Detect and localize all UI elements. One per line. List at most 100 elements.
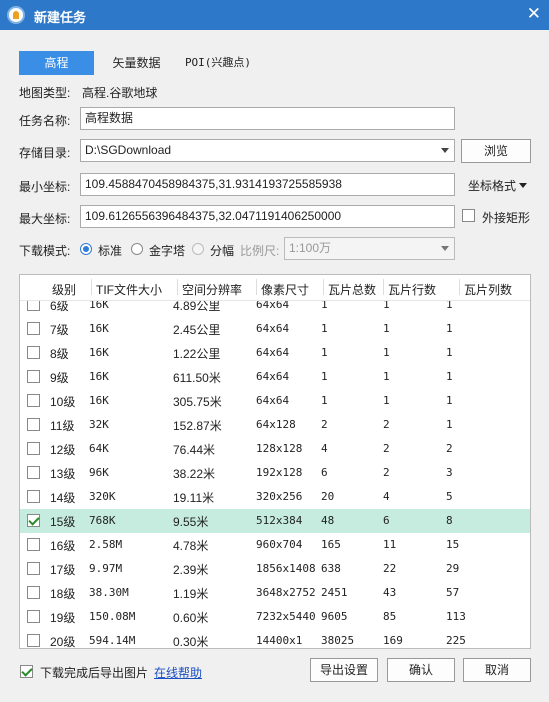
mode-standard-radio[interactable] <box>80 243 92 255</box>
cell-cols: 113 <box>446 610 466 623</box>
row-checkbox[interactable] <box>27 442 40 455</box>
cell-rows: 1 <box>383 346 390 359</box>
cell-level: 20级 <box>50 635 76 649</box>
cell-level: 11级 <box>50 419 75 433</box>
cell-px: 7232x5440 <box>256 610 316 623</box>
cell-res: 19.11米 <box>173 491 215 505</box>
table-row[interactable]: 20级 594.14M 0.30米 14400x1 38025 169 225 <box>20 629 530 649</box>
cell-total: 4 <box>321 442 328 455</box>
cell-level: 18级 <box>50 587 76 601</box>
table-row[interactable]: 8级 16K 1.22公里 64x64 1 1 1 <box>20 341 530 365</box>
row-checkbox[interactable] <box>27 322 40 335</box>
cell-cols: 15 <box>446 538 460 551</box>
row-checkbox[interactable] <box>27 490 40 503</box>
storage-dir-select[interactable]: D:\SGDownload <box>80 139 455 162</box>
ok-button[interactable]: 确认 <box>387 658 455 682</box>
outer-rect-label: 外接矩形 <box>482 211 531 225</box>
chevron-down-icon <box>441 246 449 251</box>
cell-cols: 5 <box>446 490 453 503</box>
row-checkbox[interactable] <box>27 538 40 551</box>
table-row[interactable]: 14级 320K 19.11米 320x256 20 4 5 <box>20 485 530 509</box>
map-type-value: 高程.谷歌地球 <box>82 86 158 100</box>
browse-button[interactable]: 浏览 <box>461 139 531 163</box>
table-row[interactable]: 18级 38.30M 1.19米 3648x2752 2451 43 57 <box>20 581 530 605</box>
download-mode-label: 下载模式: <box>19 244 71 258</box>
col-tif-size: TIF文件大小 <box>91 279 162 297</box>
chevron-down-icon <box>441 148 449 153</box>
cell-total: 1 <box>321 370 328 383</box>
table-row[interactable]: 15级 768K 9.55米 512x384 48 6 8 <box>20 509 530 533</box>
title-bar: 新建任务 ✕ <box>0 0 549 30</box>
cell-px: 64x64 <box>256 322 290 335</box>
min-coord-input[interactable]: 109.4588470458984375,31.9314193725585938 <box>80 173 455 196</box>
cell-level: 7级 <box>50 323 69 337</box>
cell-res: 1.22公里 <box>173 347 221 361</box>
export-settings-button[interactable]: 导出设置 <box>310 658 378 682</box>
table-row[interactable]: 11级 32K 152.87米 64x128 2 2 1 <box>20 413 530 437</box>
close-icon[interactable]: ✕ <box>527 4 541 24</box>
cell-rows: 11 <box>383 538 397 551</box>
cell-cols: 57 <box>446 586 460 599</box>
table-row[interactable]: 12级 64K 76.44米 128x128 4 2 2 <box>20 437 530 461</box>
online-help-link[interactable]: 在线帮助 <box>154 664 202 681</box>
max-coord-input[interactable]: 109.6126556396484375,32.0471191406250000 <box>80 205 455 228</box>
level-table[interactable]: 级别 TIF文件大小 空间分辨率 像素尺寸 瓦片总数 瓦片行数 瓦片列数 6级 1… <box>19 274 531 649</box>
task-name-label: 任务名称: <box>19 114 71 128</box>
row-checkbox[interactable] <box>27 610 40 623</box>
cell-res: 0.60米 <box>173 611 209 625</box>
tab-poi[interactable]: POI(兴趣点) <box>178 51 258 75</box>
row-checkbox[interactable] <box>27 370 40 383</box>
table-row[interactable]: 17级 9.97M 2.39米 1856x1408 638 22 29 <box>20 557 530 581</box>
coord-format-button[interactable]: 坐标格式 <box>468 177 528 194</box>
scale-label: 比例尺: <box>240 244 280 258</box>
mode-pyramid-radio[interactable] <box>131 243 143 255</box>
cell-cols: 8 <box>446 514 453 527</box>
row-checkbox[interactable] <box>27 514 40 527</box>
cell-size: 16K <box>89 394 109 407</box>
row-checkbox[interactable] <box>27 466 40 479</box>
col-tile-total: 瓦片总数 <box>322 279 377 297</box>
row-checkbox[interactable] <box>27 394 40 407</box>
col-resolution: 空间分辨率 <box>176 279 243 297</box>
row-checkbox[interactable] <box>27 562 40 575</box>
cell-res: 152.87米 <box>173 419 222 433</box>
cell-px: 64x128 <box>256 418 296 431</box>
table-row[interactable]: 19级 150.08M 0.60米 7232x5440 9605 85 113 <box>20 605 530 629</box>
table-row[interactable]: 13级 96K 38.22米 192x128 6 2 3 <box>20 461 530 485</box>
tab-elevation[interactable]: 高程 <box>19 51 94 75</box>
cell-level: 14级 <box>50 491 76 505</box>
task-name-input[interactable]: 高程数据 <box>80 107 455 130</box>
cell-res: 2.39米 <box>173 563 209 577</box>
row-checkbox[interactable] <box>27 346 40 359</box>
cell-res: 305.75米 <box>173 395 222 409</box>
mode-tile-radio[interactable] <box>192 243 204 255</box>
cell-rows: 1 <box>383 370 390 383</box>
cell-rows: 4 <box>383 490 390 503</box>
table-row[interactable]: 10级 16K 305.75米 64x64 1 1 1 <box>20 389 530 413</box>
cell-level: 15级 <box>50 515 76 529</box>
scale-select[interactable]: 1:100万 <box>284 237 455 260</box>
cell-total: 2451 <box>321 586 348 599</box>
cell-px: 128x128 <box>256 442 303 455</box>
cell-size: 150.08M <box>89 610 136 623</box>
cell-px: 64x64 <box>256 394 290 407</box>
row-checkbox[interactable] <box>27 634 40 647</box>
mode-pyramid-label: 金字塔 <box>149 244 186 258</box>
outer-rect-checkbox[interactable] <box>462 209 475 222</box>
row-checkbox[interactable] <box>27 586 40 599</box>
table-row[interactable]: 16级 2.58M 4.78米 960x704 165 11 15 <box>20 533 530 557</box>
export-after-checkbox[interactable] <box>20 665 33 678</box>
table-row[interactable]: 7级 16K 2.45公里 64x64 1 1 1 <box>20 317 530 341</box>
coord-format-label: 坐标格式 <box>468 179 517 193</box>
cell-total: 48 <box>321 514 335 527</box>
col-pixel-size: 像素尺寸 <box>255 279 310 297</box>
cell-px: 64x64 <box>256 346 290 359</box>
tab-vector-data[interactable]: 矢量数据 <box>103 51 170 75</box>
cell-res: 1.19米 <box>173 587 209 601</box>
row-checkbox[interactable] <box>27 418 40 431</box>
cell-res: 611.50米 <box>173 371 221 385</box>
table-row[interactable]: 9级 16K 611.50米 64x64 1 1 1 <box>20 365 530 389</box>
cell-total: 20 <box>321 490 335 503</box>
cell-size: 594.14M <box>89 634 136 647</box>
cancel-button[interactable]: 取消 <box>463 658 531 682</box>
